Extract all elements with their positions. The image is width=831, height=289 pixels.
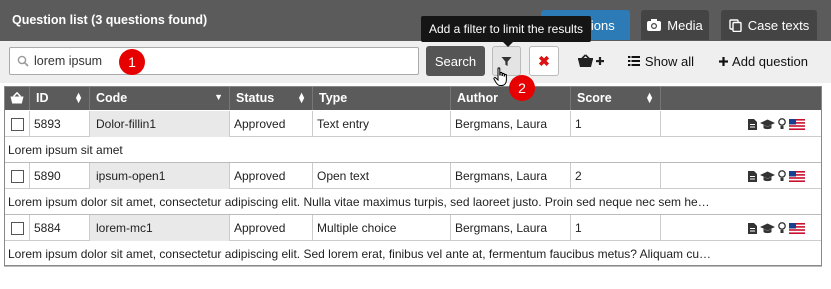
us-flag-icon[interactable] — [789, 170, 805, 182]
tab-case-texts-label: Case texts — [747, 17, 810, 33]
row-description: Lorem ipsum dolor sit amet, consectetur … — [4, 241, 822, 267]
lightbulb-icon[interactable] — [778, 170, 786, 182]
show-all-label: Show all — [644, 53, 695, 69]
add-question-button[interactable]: Add question — [716, 47, 811, 75]
filter-icon — [501, 56, 512, 66]
column-header-score[interactable]: Score ▲ ▼ — [571, 86, 661, 110]
tab-case-texts[interactable]: Case texts — [721, 10, 817, 40]
add-question-label: Add question — [732, 53, 808, 69]
row-actions — [748, 222, 805, 234]
row-select-cell — [4, 111, 30, 137]
column-header-id-label: ID — [36, 91, 49, 105]
type-cell: Open text — [313, 163, 451, 189]
column-header-score-label: Score — [577, 91, 612, 105]
score-cell: 2 — [571, 163, 661, 189]
document-icon[interactable] — [748, 118, 757, 130]
score-cell: 1 — [571, 111, 661, 137]
table-row: 5893 Dolor-fillin1 Approved Text entry B… — [4, 111, 822, 137]
copy-icon — [729, 18, 742, 32]
author-cell: Bergmans, Laura — [451, 163, 571, 189]
list-icon — [627, 56, 640, 66]
row-checkbox[interactable] — [11, 169, 24, 183]
basket-plus-icon — [578, 54, 604, 67]
column-header-code[interactable]: Code ▼ — [90, 86, 230, 110]
code-cell: Dolor-fillin1 — [90, 111, 230, 137]
status-cell: Approved — [230, 215, 313, 241]
row-actions — [748, 170, 805, 182]
sort-desc-icon: ▼ — [214, 92, 223, 102]
search-icon — [17, 55, 29, 67]
plus-icon — [719, 56, 729, 66]
filter-tooltip: Add a filter to limit the results — [421, 16, 591, 42]
status-cell: Approved — [230, 111, 313, 137]
column-header-id[interactable]: ID ▲ ▼ — [30, 86, 90, 110]
sort-icon: ▲ ▼ — [645, 90, 654, 105]
page-title: Question list (3 questions found) — [12, 13, 208, 27]
row-description: Lorem ipsum sit amet — [4, 137, 822, 163]
row-checkbox[interactable] — [11, 117, 24, 131]
row-checkbox[interactable] — [11, 221, 24, 235]
search-input[interactable] — [34, 51, 414, 71]
table-header: ID ▲ ▼ Code ▼ Status ▲ ▼ Type Author Score… — [4, 86, 822, 110]
row-description: Lorem ipsum dolor sit amet, consectetur … — [4, 189, 822, 215]
tab-media[interactable]: Media — [641, 10, 709, 40]
camera-icon — [647, 19, 662, 31]
document-icon[interactable] — [748, 170, 757, 182]
type-cell: Text entry — [313, 111, 451, 137]
hand-cursor-icon — [493, 67, 507, 86]
callout-badge-1: 1 — [119, 49, 145, 75]
score-cell: 1 — [571, 215, 661, 241]
table-row: 5890 ipsum-open1 Approved Open text Berg… — [4, 163, 822, 189]
column-header-type-label: Type — [319, 91, 348, 105]
lightbulb-icon[interactable] — [778, 222, 786, 234]
author-cell: Bergmans, Laura — [451, 215, 571, 241]
id-cell: 5893 — [30, 111, 90, 137]
sort-icon: ▲ ▼ — [297, 90, 306, 105]
column-header-code-label: Code — [96, 91, 128, 105]
status-cell: Approved — [230, 163, 313, 189]
row-select-cell — [4, 163, 30, 189]
id-cell: 5890 — [30, 163, 90, 189]
column-header-author-label: Author — [457, 91, 498, 105]
row-select-cell — [4, 215, 30, 241]
author-cell: Bergmans, Laura — [451, 111, 571, 137]
callout-badge-2: 2 — [509, 75, 535, 101]
show-all-button[interactable]: Show all — [626, 47, 696, 75]
column-header-status-label: Status — [236, 91, 275, 105]
sort-icon: ▲ ▼ — [74, 90, 83, 105]
table-row: 5884 lorem-mc1 Approved Multiple choice … — [4, 215, 822, 241]
us-flag-icon[interactable] — [789, 118, 805, 130]
graduation-cap-icon[interactable] — [760, 171, 775, 182]
search-button[interactable]: Search — [426, 46, 485, 76]
column-header-actions — [661, 86, 822, 110]
tab-media-label: Media — [667, 17, 703, 33]
add-to-basket-button[interactable] — [571, 47, 611, 75]
select-all-basket-header[interactable] — [4, 86, 30, 110]
graduation-cap-icon[interactable] — [760, 119, 775, 130]
row-actions — [748, 118, 805, 130]
clear-filter-button[interactable]: ✖ — [529, 46, 559, 76]
us-flag-icon[interactable] — [789, 222, 805, 234]
id-cell: 5884 — [30, 215, 90, 241]
graduation-cap-icon[interactable] — [760, 223, 775, 234]
document-icon[interactable] — [748, 222, 757, 234]
code-cell: lorem-mc1 — [90, 215, 230, 241]
search-box[interactable] — [9, 47, 419, 75]
column-header-type[interactable]: Type — [313, 86, 451, 110]
column-header-status[interactable]: Status ▲ ▼ — [230, 86, 313, 110]
tooltip-arrow — [502, 41, 514, 47]
basket-icon — [10, 92, 24, 104]
lightbulb-icon[interactable] — [778, 118, 786, 130]
type-cell: Multiple choice — [313, 215, 451, 241]
code-cell: ipsum-open1 — [90, 163, 230, 189]
